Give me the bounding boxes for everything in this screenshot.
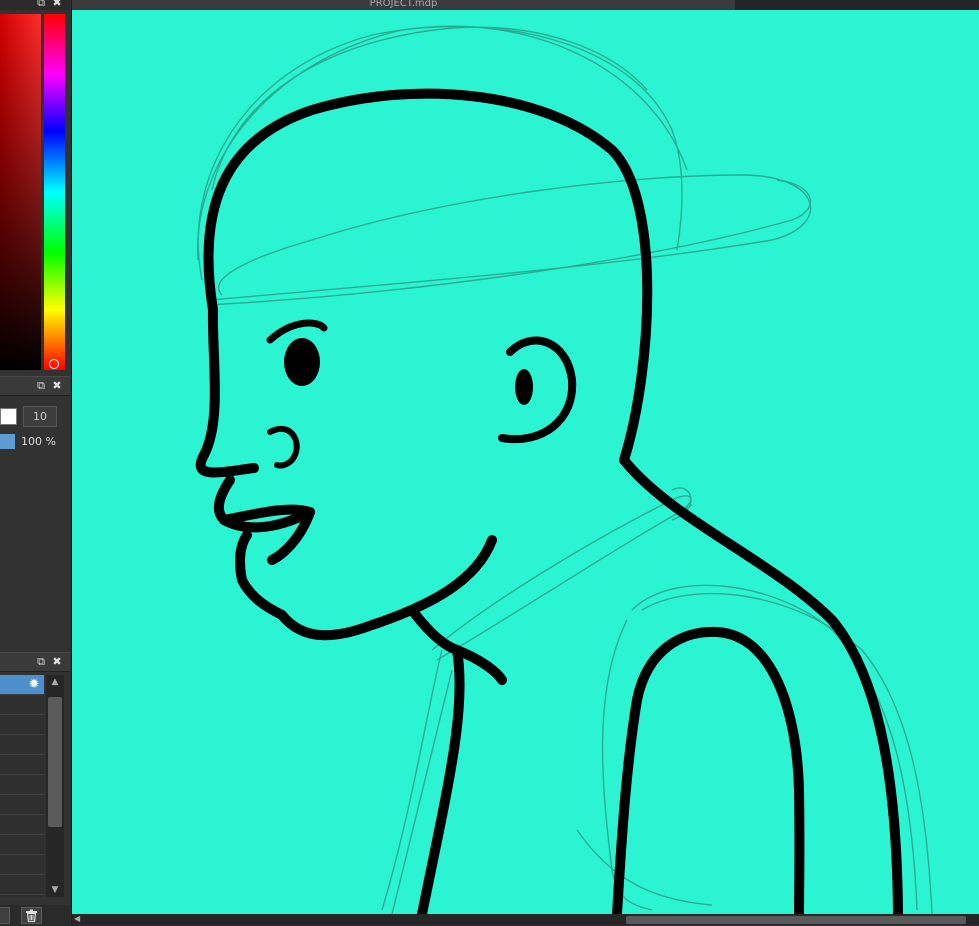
color-panel-header: ⧉ ✖ (0, 0, 70, 10)
layer-row-selected[interactable]: ✹ (0, 675, 44, 695)
scrollbar-thumb[interactable] (48, 697, 62, 827)
canvas-horizontal-scrollbar[interactable]: ◀ (72, 914, 979, 924)
layer-row[interactable] (0, 695, 44, 715)
close-icon[interactable]: ✖ (51, 656, 63, 668)
arrow-down-icon[interactable]: ▼ (46, 883, 64, 897)
layer-action-button[interactable] (0, 907, 10, 924)
delete-layer-button[interactable] (21, 907, 42, 924)
brush-size-field[interactable]: 10 (23, 406, 57, 427)
close-icon[interactable]: ✖ (51, 380, 63, 392)
layer-row[interactable] (0, 795, 44, 815)
canvas-artwork (195, 25, 933, 914)
layer-list: ✹ (0, 675, 44, 897)
popout-icon[interactable]: ⧉ (35, 380, 47, 392)
layer-row[interactable] (0, 855, 44, 875)
brush-color-swatch[interactable] (0, 408, 17, 425)
hue-slider-handle[interactable] (49, 359, 59, 369)
layer-row[interactable] (0, 775, 44, 795)
left-panel: ⧉ ✖ ⧉ ✖ 10 100 % ⧉ ✖ ✹ ▲ ▼ (0, 0, 72, 924)
scrollbar-thumb[interactable] (626, 916, 966, 924)
popout-icon[interactable]: ⧉ (35, 656, 47, 668)
popout-icon[interactable]: ⧉ (35, 0, 47, 9)
brush-panel-header: ⧉ ✖ (0, 376, 70, 396)
document-tab-title[interactable]: PROJECT.mdp (72, 0, 735, 10)
drawing-canvas[interactable] (72, 10, 979, 914)
layer-toolbar (0, 905, 70, 924)
layer-row[interactable] (0, 755, 44, 775)
layer-row[interactable] (0, 715, 44, 735)
close-icon[interactable]: ✖ (51, 0, 63, 9)
hue-slider[interactable] (44, 14, 65, 370)
gear-icon[interactable]: ✹ (26, 677, 42, 693)
layers-panel-header: ⧉ ✖ (0, 652, 70, 672)
color-saturation-picker[interactable] (0, 14, 41, 370)
opacity-slider[interactable] (0, 434, 15, 449)
arrow-up-icon[interactable]: ▲ (46, 675, 64, 689)
opacity-value: 100 % (21, 435, 56, 448)
ink-layer (195, 88, 903, 914)
arrow-left-icon[interactable]: ◀ (74, 914, 80, 924)
titlebar-empty (735, 0, 979, 10)
sketch-layer (197, 25, 933, 914)
layer-row[interactable] (0, 875, 44, 895)
trash-icon (26, 909, 37, 923)
layer-row[interactable] (0, 835, 44, 855)
layer-row[interactable] (0, 735, 44, 755)
layer-list-scrollbar[interactable]: ▲ ▼ (46, 675, 64, 897)
layer-row[interactable] (0, 815, 44, 835)
